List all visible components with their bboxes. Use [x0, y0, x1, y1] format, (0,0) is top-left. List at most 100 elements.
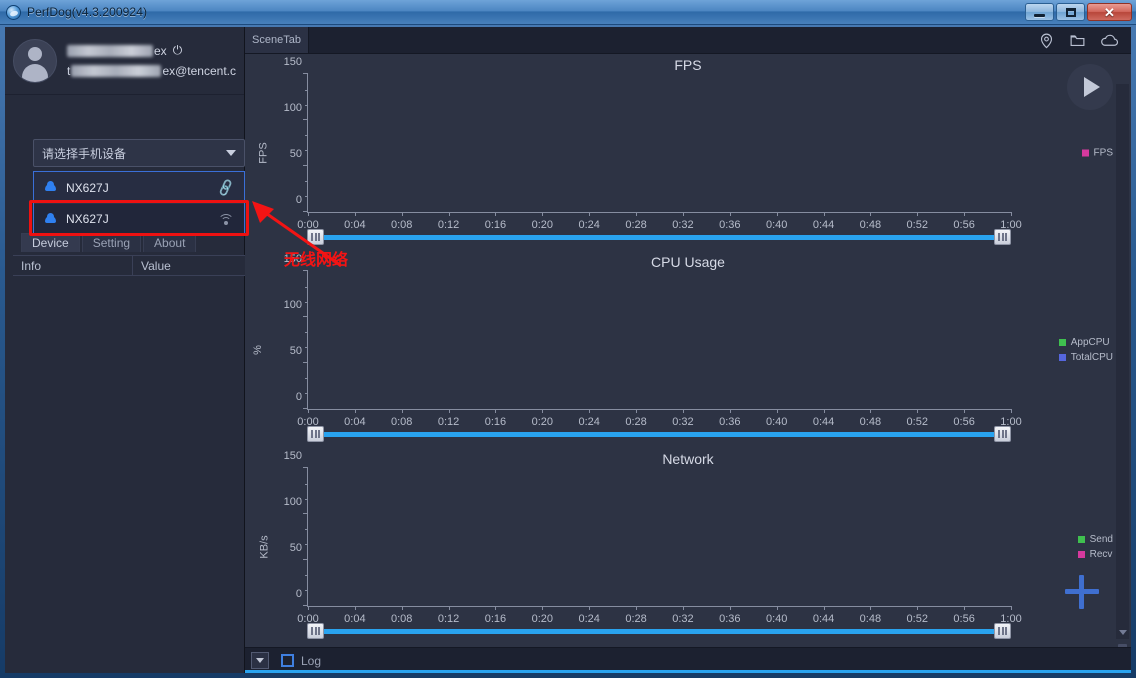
x-tick-mark: [542, 212, 544, 216]
y-tick-mark: [303, 513, 308, 515]
cloud-icon[interactable]: [1100, 32, 1119, 49]
info-table-header: Info Value: [13, 255, 245, 276]
chart-fps-legend: FPS: [1081, 145, 1113, 160]
minimize-button[interactable]: [1025, 3, 1054, 21]
restore-icon: [1065, 7, 1076, 17]
avatar: [13, 38, 57, 83]
x-tick-mark: [729, 212, 731, 216]
folder-icon[interactable]: [1069, 32, 1086, 49]
legend-entry: Recv: [1077, 547, 1113, 562]
scene-toolbar: [1024, 27, 1131, 53]
x-tick-mark: [776, 212, 778, 216]
y-tick-mark: [305, 574, 308, 576]
power-icon[interactable]: ⏻: [173, 43, 183, 58]
slider-handle-left[interactable]: [307, 623, 324, 639]
tab-device-label: Device: [32, 236, 69, 250]
chart-cpu-range-slider[interactable]: [307, 426, 1011, 442]
chart-network: Network KB/s 0 50 100 150 0:00 0:04 0:08…: [245, 448, 1131, 645]
x-tick-mark: [917, 409, 919, 413]
chevron-down-icon: [226, 150, 236, 156]
y-tick-mark: [305, 347, 308, 349]
tab-setting-label: Setting: [92, 236, 131, 250]
device-list-item-usb[interactable]: NX627J 🔗: [34, 172, 244, 203]
chart-fps-range-slider[interactable]: [307, 229, 1011, 245]
x-tick-mark: [729, 606, 731, 610]
device-name: NX627J: [66, 212, 109, 226]
x-tick-mark: [495, 606, 497, 610]
android-icon: [44, 212, 57, 226]
slider-track[interactable]: [317, 629, 1001, 634]
x-tick-mark: [636, 409, 638, 413]
chart-cpu-ylabel: %: [251, 344, 264, 355]
y-tick-mark: [305, 135, 308, 137]
y-tick-mark: [305, 589, 308, 591]
redacted-name: [67, 44, 153, 57]
window-controls: ✕: [1025, 3, 1136, 21]
start-recording-button[interactable]: [1067, 64, 1113, 110]
chart-fps-plot: 0 50 100 150 0:00 0:04 0:08 0:12 0:16 0:…: [284, 56, 1022, 231]
legend-entry: TotalCPU: [1058, 350, 1113, 365]
x-tick-mark: [308, 409, 309, 413]
log-checkbox-label: Log: [301, 653, 322, 668]
slider-handle-left[interactable]: [307, 426, 324, 442]
tab-about[interactable]: About: [143, 233, 197, 252]
x-tick-mark: [964, 606, 966, 610]
x-tick-mark: [823, 606, 825, 610]
slider-handle-right[interactable]: [994, 426, 1011, 442]
left-tab-bar: Device Setting About: [21, 232, 245, 252]
chart-fps-ylabel: FPS: [257, 141, 270, 164]
charts-container: FPS FPS 0 50 100 150 0:00 0:04 0:08 0:12…: [245, 54, 1131, 647]
play-icon: [1084, 77, 1100, 97]
log-checkbox[interactable]: Log: [281, 654, 321, 668]
legend-label: FPS: [1093, 147, 1113, 158]
x-tick-mark: [636, 606, 638, 610]
maximize-restore-button[interactable]: [1056, 3, 1085, 21]
checkbox-box: [281, 654, 294, 667]
legend-label: Send: [1089, 533, 1113, 545]
chart-cpu-legend: AppCPU TotalCPU: [1058, 335, 1113, 365]
y-tick-mark: [305, 286, 308, 288]
y-tick-mark: [305, 498, 308, 500]
y-tick-mark: [303, 119, 308, 121]
scroll-down-arrow-icon[interactable]: [1116, 626, 1129, 639]
bottom-accent-bar: [245, 670, 1131, 673]
y-tick-mark: [305, 483, 308, 485]
add-chart-button[interactable]: [1065, 575, 1099, 609]
title-bar: PerfDog(v4.3.200924) ✕: [0, 0, 1136, 25]
x-tick-mark: [308, 606, 309, 610]
minimize-icon: [1034, 13, 1045, 17]
account-email-prefix: t: [67, 63, 71, 78]
account-name-line: ex ⏻: [67, 41, 236, 61]
device-list-item-wifi[interactable]: NX627J: [34, 203, 244, 234]
charts-vertical-scrollbar[interactable]: [1116, 84, 1129, 647]
tab-scenetab[interactable]: SceneTab: [245, 27, 309, 53]
x-tick-mark: [448, 212, 450, 216]
account-email-line: t ex@tencent.c: [67, 61, 236, 81]
tab-setting[interactable]: Setting: [81, 233, 142, 252]
scrollbar-thumb[interactable]: [1118, 644, 1127, 647]
account-row: ex ⏻ t ex@tencent.c: [5, 27, 244, 95]
slider-track[interactable]: [317, 432, 1001, 437]
x-tick-mark: [776, 409, 778, 413]
device-select[interactable]: 请选择手机设备: [33, 139, 245, 167]
x-tick-mark: [542, 409, 544, 413]
scene-tab-bar: SceneTab: [245, 27, 1131, 54]
close-button[interactable]: ✕: [1087, 3, 1132, 21]
legend-label: Recv: [1089, 548, 1113, 560]
chevron-down-icon: [256, 658, 264, 663]
y-tick-mark: [303, 467, 308, 468]
x-tick-mark: [495, 409, 497, 413]
slider-track[interactable]: [317, 235, 1001, 240]
slider-handle-right[interactable]: [994, 623, 1011, 639]
x-tick-mark: [870, 212, 872, 216]
legend-swatch: [1081, 149, 1089, 156]
slider-handle-right[interactable]: [994, 229, 1011, 245]
collapse-panel-button[interactable]: [251, 652, 269, 669]
chart-network-ylabel: KB/s: [258, 534, 271, 559]
location-pin-icon[interactable]: [1038, 32, 1055, 49]
tab-device[interactable]: Device: [21, 233, 80, 252]
chart-network-range-slider[interactable]: [307, 623, 1011, 639]
perfdog-logo-icon: [6, 4, 21, 20]
chart-network-legend: Send Recv: [1077, 532, 1113, 562]
y-tick-mark: [303, 559, 308, 561]
